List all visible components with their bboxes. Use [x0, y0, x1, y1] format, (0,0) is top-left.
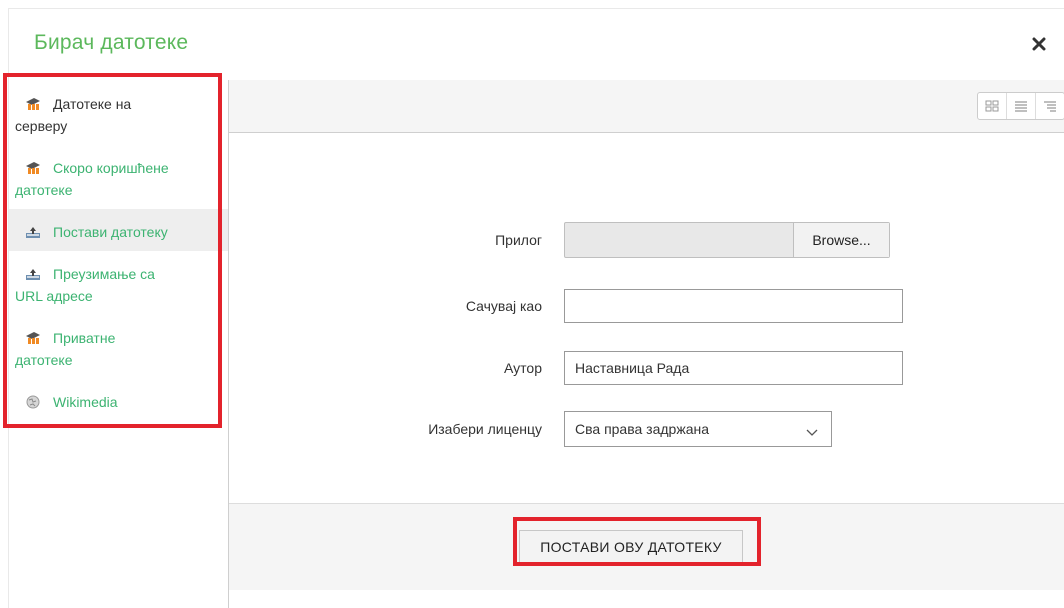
sidebar-item-server-files[interactable]: Датотеке на серверу [9, 80, 228, 145]
file-picker-dialog: Бирач датотеке Датотеке на серверу Скоро… [8, 8, 1064, 608]
icons-view-icon[interactable] [978, 93, 1007, 119]
upload-icon [25, 265, 41, 280]
file-input[interactable]: Browse... [564, 222, 890, 258]
wikimedia-icon [25, 393, 41, 409]
attachment-row: Прилог Browse... [229, 222, 1064, 258]
author-input[interactable] [564, 351, 903, 385]
upload-file-button[interactable]: ПОСТАВИ ОВУ ДАТОТЕКУ [519, 530, 743, 564]
license-label: Изабери лиценцу [428, 421, 542, 437]
close-icon[interactable] [1025, 30, 1053, 58]
sidebar-item-label: Wikimedia [53, 394, 118, 410]
save-as-label: Сачувај као [465, 298, 542, 314]
sidebar-item-label: Преузимање са [53, 266, 155, 282]
sidebar-item-label-line2: серверу [15, 118, 68, 134]
moodle-icon [25, 95, 41, 110]
browse-button[interactable]: Browse... [793, 223, 889, 257]
sidebar-item-label: Датотеке на [53, 96, 132, 112]
dialog-header: Бирач датотеке [9, 9, 1064, 80]
chevron-down-icon [805, 424, 819, 436]
view-switcher [977, 92, 1064, 120]
repository-sidebar: Датотеке на серверу Скоро коришћене дато… [9, 80, 229, 608]
upload-icon [25, 223, 41, 238]
dialog-title: Бирач датотеке [34, 31, 189, 54]
author-label: Аутор [503, 360, 542, 376]
form-footer: ПОСТАВИ ОВУ ДАТОТЕКУ [229, 503, 1064, 590]
sidebar-item-label-line2: датотеке [15, 352, 73, 368]
sidebar-item-upload-file[interactable]: Постави датотеку [9, 209, 228, 251]
sidebar-item-label-line2: URL адресе [15, 288, 93, 304]
moodle-icon [25, 329, 41, 344]
upload-form: Прилог Browse... Сачувај као Аутор Изабе… [229, 133, 1064, 608]
list-view-icon[interactable] [1007, 93, 1036, 119]
sidebar-item-wikimedia[interactable]: Wikimedia [9, 379, 228, 421]
sidebar-item-url-download[interactable]: Преузимање са URL адресе [9, 251, 228, 315]
author-row: Аутор [229, 350, 1064, 386]
save-as-row: Сачувај као [229, 288, 1064, 324]
moodle-icon [25, 159, 41, 174]
license-select-value: Сва права задржана [575, 421, 710, 437]
tree-view-icon[interactable] [1036, 93, 1064, 119]
sidebar-item-private-files[interactable]: Приватне датотеке [9, 315, 228, 379]
sidebar-item-label: Постави датотеку [53, 224, 168, 240]
attachment-label: Прилог [495, 232, 542, 248]
view-toolbar [229, 80, 1064, 133]
save-as-input[interactable] [564, 289, 903, 323]
sidebar-item-label: Скоро коришћене [53, 160, 169, 176]
sidebar-item-label: Приватне [53, 330, 116, 346]
sidebar-item-label-line2: датотеке [15, 182, 73, 198]
license-select[interactable]: Сва права задржана [564, 411, 832, 447]
sidebar-item-recent-files[interactable]: Скоро коришћене датотеке [9, 145, 228, 209]
license-row: Изабери лиценцу Сва права задржана [229, 411, 1064, 447]
